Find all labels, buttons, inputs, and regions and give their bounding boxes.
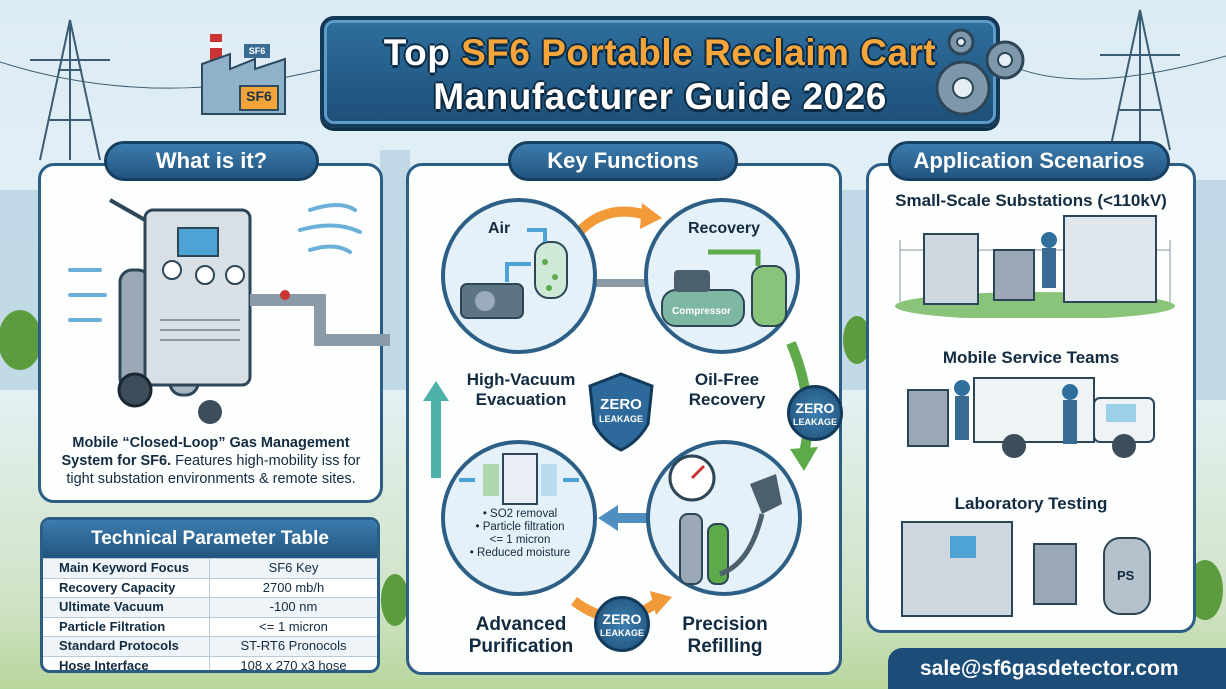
vacuum-pump-icon <box>460 228 568 319</box>
row-key: Standard Protocols <box>43 637 210 656</box>
row-key: Ultimate Vacuum <box>43 598 210 617</box>
row-value: 2700 mb/h <box>262 579 325 595</box>
refilling-title-line2: Refilling <box>687 636 763 657</box>
factory-sign-label: SF6 <box>246 88 272 104</box>
factory-roof-label: SF6 <box>248 46 266 56</box>
table-row: Recovery Capacity 2700 mb/h <box>43 577 377 597</box>
zero-text: ZERO <box>602 611 642 627</box>
scenario-substations-label: Small-Scale Substations (<110kV) <box>895 191 1167 210</box>
table-row: Ultimate Vacuum -100 nm <box>43 597 377 617</box>
table-row: Main Keyword Focus SF6 Key <box>43 558 377 578</box>
reclaim-cart-illustration <box>68 198 390 424</box>
row-value: SF6 Key <box>268 560 319 575</box>
scenario-lab-label: Laboratory Testing <box>954 494 1108 513</box>
vacuum-title-line1: High-Vacuum <box>466 370 576 389</box>
vacuum-title: High-Vacuum Evacuation <box>446 370 596 410</box>
title-prefix: Top <box>383 32 462 73</box>
row-key: Hose Interface <box>43 656 210 670</box>
vacuum-circle <box>441 198 597 354</box>
gears-icon <box>935 28 1025 116</box>
oilfree-title-line1: Oil-Free <box>694 370 760 389</box>
purification-title: Advanced Purification <box>446 614 596 658</box>
air-label: Air <box>488 220 511 237</box>
table-body: Main Keyword Focus SF6 Key Recovery Capac… <box>43 558 377 673</box>
purification-title-line2: Purification <box>468 636 574 657</box>
list-item: • Particle filtration <box>475 521 565 533</box>
what-heading: What is it? <box>104 141 319 181</box>
refilling-title: Precision Refilling <box>650 614 800 658</box>
purification-title-line1: Advanced <box>475 614 567 635</box>
apps-heading: Application Scenarios <box>888 141 1170 181</box>
row-value: ST-RT6 Pronocols <box>240 638 347 653</box>
vacuum-title-line2: Evacuation <box>475 390 567 409</box>
gauge-nozzle-icon <box>668 454 782 585</box>
zero-text: ZERO <box>795 400 835 416</box>
filter-icon <box>459 453 579 505</box>
refilling-circle <box>646 440 802 596</box>
zero-text: ZERO <box>600 396 642 413</box>
table-row: Particle Filtration <= 1 micron <box>43 616 377 636</box>
substation-illustration <box>895 215 1175 318</box>
row-key: Particle Filtration <box>43 617 210 636</box>
service-truck-illustration <box>907 377 1155 458</box>
row-key: Recovery Capacity <box>43 578 210 597</box>
title-highlight: SF6 Portable Reclaim Cart <box>461 32 937 73</box>
factory-icon <box>201 34 286 115</box>
row-value: -100 nm <box>269 599 318 614</box>
table-heading: Technical Parameter Table <box>43 520 377 558</box>
title-line-1: Top SF6 Portable Reclaim Cart <box>324 32 996 74</box>
row-value: <= 1 micron <box>259 618 328 634</box>
list-item: • SO2 removal <box>482 508 558 520</box>
list-item: • Reduced moisture <box>469 547 571 559</box>
title-banner: Top SF6 Portable Reclaim Cart Manufactur… <box>320 16 1000 128</box>
recovery-label: Recovery <box>688 220 761 237</box>
row-value: 108 x 270 x3 hose <box>240 657 347 673</box>
leakage-text: LEAKAGE <box>792 417 837 427</box>
leakage-text: LEAKAGE <box>599 628 644 638</box>
zero-leakage-badge-right: ZERO LEAKAGE <box>787 385 843 441</box>
table-row: Standard Protocols ST-RT6 Pronocols <box>43 636 377 656</box>
what-description: Mobile “Closed-Loop” Gas Management Syst… <box>50 434 372 488</box>
zero-leakage-badge-bottom: ZERO LEAKAGE <box>594 596 650 652</box>
oilfree-title: Oil-Free Recovery <box>652 370 802 410</box>
compressor-label: Compressor <box>672 306 731 317</box>
center-zero-leakage: ZERO LEAKAGE <box>590 396 652 426</box>
list-item: <= 1 micron <box>489 534 551 546</box>
title-line-2: Manufacturer Guide 2026 <box>433 76 887 117</box>
table-row: Hose Interface 108 x 270 x3 hose <box>43 655 377 673</box>
row-key: Main Keyword Focus <box>43 559 210 578</box>
refilling-title-line1: Precision <box>682 614 768 635</box>
ps-cylinder-label: PS <box>1117 568 1135 583</box>
oilfree-title-line2: Recovery <box>688 390 766 409</box>
contact-email[interactable]: sale@sf6gasdetector.com <box>888 648 1226 689</box>
purification-list: • SO2 removal • Particle filtration <= 1… <box>460 508 580 560</box>
leakage-text: LEAKAGE <box>598 414 643 424</box>
scenario-mobile-label: Mobile Service Teams <box>942 348 1120 367</box>
parameter-table: Technical Parameter Table Main Keyword F… <box>40 517 380 673</box>
